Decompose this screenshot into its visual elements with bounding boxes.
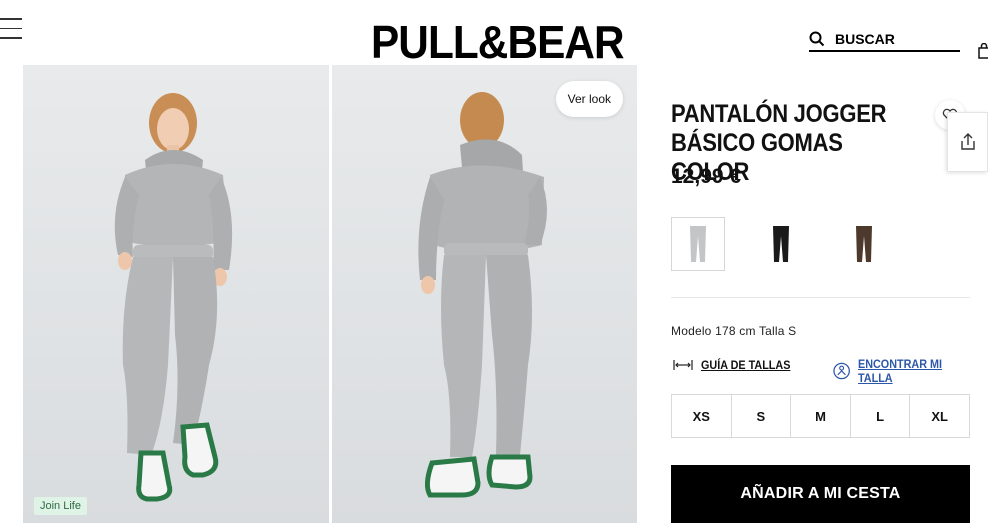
add-to-cart-button[interactable]: AÑADIR A MI CESTA [671, 465, 970, 523]
size-option-l[interactable]: L [851, 395, 911, 437]
size-guide-label[interactable]: GUÍA DE TALLAS [701, 358, 790, 372]
join-life-badge: Join Life [34, 497, 87, 515]
person-size-icon [833, 362, 850, 380]
model-front-illustration [114, 93, 233, 502]
search-bar[interactable] [809, 28, 960, 52]
size-selector: XS S M L XL [671, 394, 970, 438]
size-option-s[interactable]: S [732, 395, 792, 437]
find-my-size-label[interactable]: ENCONTRAR MI TALLA [858, 357, 975, 385]
ver-look-button[interactable]: Ver look [555, 81, 623, 117]
divider [671, 297, 970, 298]
color-swatches [671, 217, 891, 271]
hamburger-line [0, 18, 22, 20]
model-back-illustration [418, 92, 547, 498]
color-swatch-grey[interactable] [671, 217, 725, 271]
color-swatch-brown[interactable] [837, 217, 891, 271]
size-option-m[interactable]: M [791, 395, 851, 437]
hamburger-line [0, 27, 22, 29]
size-option-xl[interactable]: XL [910, 395, 969, 437]
size-option-xs[interactable]: XS [672, 395, 732, 437]
find-my-size-link[interactable]: ENCONTRAR MI TALLA [833, 357, 988, 385]
search-icon [809, 31, 825, 47]
ruler-icon [673, 360, 693, 370]
hamburger-line [0, 37, 22, 39]
menu-button[interactable] [0, 18, 22, 42]
pants-grey-thumbnail [690, 226, 706, 262]
brand-logo[interactable]: PULL&BEAR [371, 17, 625, 67]
product-image-front[interactable]: Join Life [23, 65, 329, 523]
product-price: 12,99 € [671, 165, 742, 188]
product-title-line-1: PANTALÓN JOGGER [671, 100, 887, 128]
size-guide-link[interactable]: GUÍA DE TALLAS [673, 358, 800, 372]
shopping-bag-icon[interactable] [978, 43, 988, 59]
model-info: Modelo 178 cm Talla S [671, 324, 797, 338]
share-icon [960, 133, 975, 150]
product-image-back[interactable]: Ver look [332, 65, 637, 523]
pants-brown-thumbnail [856, 226, 872, 262]
pants-black-thumbnail [773, 226, 789, 262]
color-swatch-black[interactable] [754, 217, 808, 271]
share-button[interactable] [947, 112, 988, 172]
search-input[interactable] [835, 31, 955, 47]
